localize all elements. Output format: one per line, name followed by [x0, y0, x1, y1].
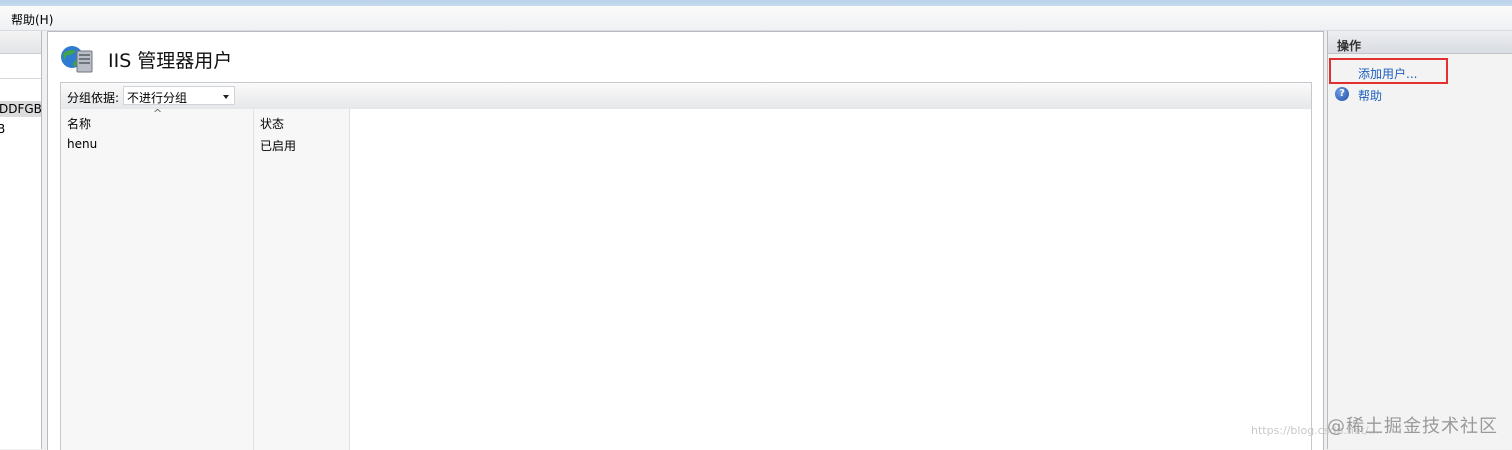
connections-toolbar [0, 54, 41, 79]
features-view: IIS 管理器用户 分组依据: 不进行分组 ^ 名称 状态 henu 已启用 [47, 31, 1324, 450]
add-user-highlight [1329, 58, 1448, 84]
iis-users-icon [61, 46, 93, 73]
menu-bar: 帮助(H) [0, 6, 1512, 31]
actions-pane: 操作 添加用户... ? 帮助 [1327, 31, 1512, 449]
status-column [254, 109, 350, 450]
connections-pane: DDFGB B [0, 31, 42, 449]
watermark: @稀土掘金技术社区 [1327, 416, 1498, 437]
page-title: IIS 管理器用户 [108, 50, 233, 72]
tree-node-child[interactable]: B [0, 122, 5, 136]
group-by-bar: 分组依据: 不进行分组 [60, 82, 1312, 110]
actions-title: 操作 [1337, 39, 1362, 53]
column-header-name[interactable]: 名称 [67, 115, 91, 132]
help-link[interactable]: 帮助 [1358, 87, 1382, 104]
column-header-status[interactable]: 状态 [260, 115, 284, 132]
group-by-select[interactable]: 不进行分组 [123, 86, 235, 105]
user-name-cell[interactable]: henu [67, 137, 97, 151]
group-by-label: 分组依据: [67, 91, 120, 105]
group-by-value: 不进行分组 [127, 91, 188, 105]
name-column [61, 109, 254, 450]
actions-header: 操作 [1328, 31, 1512, 54]
users-list: ^ 名称 状态 henu 已启用 [60, 107, 1312, 450]
chevron-down-icon [223, 95, 229, 99]
sort-ascending-icon: ^ [153, 107, 163, 120]
menu-help[interactable]: 帮助(H) [11, 11, 53, 28]
tree-node-server[interactable]: DDFGB [0, 101, 41, 117]
connections-header [0, 31, 41, 54]
user-status-cell[interactable]: 已启用 [260, 137, 296, 154]
help-icon: ? [1335, 87, 1349, 101]
